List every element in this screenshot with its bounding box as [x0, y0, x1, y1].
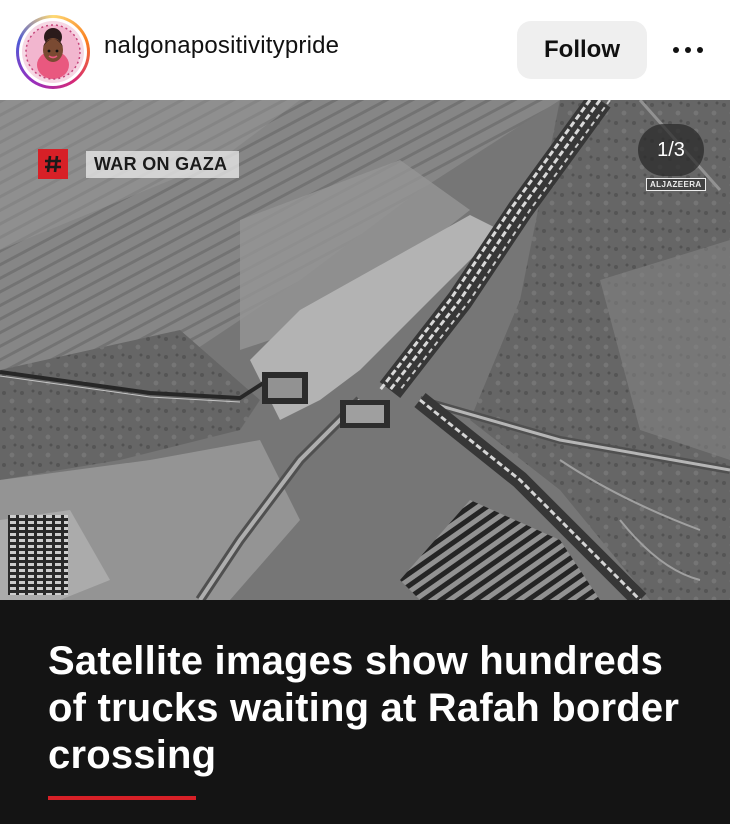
- more-horizontal-icon: [673, 47, 703, 53]
- story-ring[interactable]: [16, 15, 90, 89]
- category-tag: WAR ON GAZA: [38, 149, 240, 179]
- follow-button[interactable]: Follow: [517, 21, 647, 79]
- avatar[interactable]: [22, 21, 84, 83]
- post-image[interactable]: WAR ON GAZA 1/3 ALJAZEERA Satellite imag…: [0, 100, 730, 824]
- brand-logo: ALJAZEERA: [646, 178, 706, 191]
- carousel-counter: 1/3: [638, 124, 704, 176]
- more-options-button[interactable]: [668, 30, 708, 70]
- category-label: WAR ON GAZA: [86, 150, 240, 178]
- headline: Satellite images show hundreds of trucks…: [48, 639, 680, 777]
- headline-panel: Satellite images show hundreds of trucks…: [0, 600, 730, 824]
- username-link[interactable]: nalgonapositivitypride: [104, 32, 339, 60]
- hashtag-icon: [38, 149, 68, 179]
- post-header: nalgonapositivitypride Follow: [0, 0, 730, 100]
- accent-rule: [48, 796, 196, 800]
